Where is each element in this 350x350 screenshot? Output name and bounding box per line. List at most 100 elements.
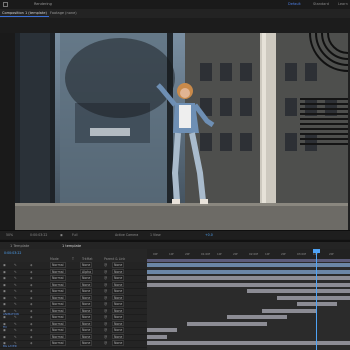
layer-effect-icon[interactable]: ◈ — [30, 314, 32, 320]
layer-trkmat-dropdown[interactable]: None — [80, 314, 93, 320]
playhead[interactable] — [316, 249, 317, 350]
layer-switch-icon[interactable]: ✎ — [14, 275, 17, 281]
layer-effect-icon[interactable]: ◈ — [30, 282, 32, 288]
layer-trkmat-dropdown[interactable]: None — [80, 275, 93, 281]
parent-pickwhip-icon[interactable]: @ — [104, 321, 107, 327]
layer-duration-bar[interactable] — [297, 302, 337, 307]
layer-effect-icon[interactable]: ◈ — [30, 301, 32, 307]
visibility-eye-icon[interactable]: ◉ — [3, 275, 6, 281]
layer-mode-dropdown[interactable]: Normal — [50, 262, 66, 268]
layer-mode-dropdown[interactable]: Normal — [50, 275, 66, 281]
layer-duration-bar[interactable] — [147, 276, 350, 281]
layer-duration-bar[interactable] — [227, 315, 287, 320]
layer-effect-icon[interactable]: ◈ — [30, 288, 32, 294]
layer-parent-dropdown[interactable]: None — [112, 320, 125, 326]
layer-duration-bar[interactable] — [147, 328, 177, 333]
visibility-eye-icon[interactable]: ◉ — [3, 282, 6, 288]
layer-effect-icon[interactable]: ◈ — [30, 295, 32, 301]
layer-switch-icon[interactable]: ✎ — [14, 301, 17, 307]
layer-mode-dropdown[interactable]: Normal — [50, 333, 66, 339]
parent-pickwhip-icon[interactable]: @ — [104, 308, 107, 314]
tab-footage[interactable]: Footage (none) — [48, 10, 79, 16]
quality-dropdown[interactable]: Full — [72, 232, 77, 238]
layer-effect-icon[interactable]: ◈ — [30, 269, 32, 275]
layer-switch-icon[interactable]: ✎ — [14, 295, 17, 301]
layer-trkmat-dropdown[interactable]: None — [80, 288, 93, 294]
workspace-standard[interactable]: Standard — [313, 2, 329, 6]
layer-effect-icon[interactable]: ◈ — [30, 334, 32, 340]
layer-parent-dropdown[interactable]: None — [112, 333, 125, 339]
layer-switch-icon[interactable]: ✎ — [14, 321, 17, 327]
zoom-dropdown[interactable]: 50% — [6, 232, 13, 238]
layer-duration-bar[interactable] — [277, 295, 350, 300]
layer-switch-icon[interactable]: ✎ — [14, 314, 17, 320]
visibility-eye-icon[interactable]: ◉ — [3, 327, 6, 333]
layer-mode-dropdown[interactable]: Normal — [50, 281, 66, 287]
parent-pickwhip-icon[interactable]: @ — [104, 295, 107, 301]
layer-effect-icon[interactable]: ◈ — [30, 340, 32, 346]
layer-row[interactable]: ◉ ✎ ◈ BG LAYER Normal None @ None — [0, 340, 147, 348]
camera-icon[interactable]: ◉ — [60, 232, 63, 238]
layer-duration-bar[interactable] — [147, 341, 350, 346]
exposure-value[interactable]: +0.0 — [205, 232, 213, 238]
layer-switch-icon[interactable]: ✎ — [14, 334, 17, 340]
layer-parent-dropdown[interactable]: None — [112, 281, 125, 287]
views-dropdown[interactable]: 1 View — [150, 232, 161, 238]
layer-mode-dropdown[interactable]: Normal — [50, 327, 66, 333]
parent-pickwhip-icon[interactable]: @ — [104, 340, 107, 346]
layer-duration-bar[interactable] — [247, 289, 350, 294]
layer-trkmat-dropdown[interactable]: None — [80, 340, 93, 346]
layer-duration-bar[interactable] — [147, 334, 167, 339]
layer-duration-bar[interactable] — [187, 321, 267, 326]
layer-effect-icon[interactable]: ◈ — [30, 321, 32, 327]
parent-pickwhip-icon[interactable]: @ — [104, 334, 107, 340]
track-area[interactable] — [147, 262, 350, 350]
layer-switch-icon[interactable]: ✎ — [14, 269, 17, 275]
layer-trkmat-dropdown[interactable]: None — [80, 281, 93, 287]
layer-trkmat-dropdown[interactable]: Alpha — [80, 268, 94, 274]
workspace-learn[interactable]: Learn — [338, 2, 348, 6]
layer-mode-dropdown[interactable]: Normal — [50, 314, 66, 320]
layer-parent-dropdown[interactable]: None — [112, 294, 125, 300]
layer-effect-icon[interactable]: ◈ — [30, 308, 32, 314]
layer-mode-dropdown[interactable]: Normal — [50, 320, 66, 326]
layer-mode-dropdown[interactable]: Normal — [50, 288, 66, 294]
tab-composition[interactable]: Composition 1 (template) — [0, 10, 49, 17]
parent-pickwhip-icon[interactable]: @ — [104, 269, 107, 275]
parent-pickwhip-icon[interactable]: @ — [104, 275, 107, 281]
layer-mode-dropdown[interactable]: Normal — [50, 294, 66, 300]
layer-duration-bar[interactable] — [147, 269, 350, 274]
layer-switch-icon[interactable]: ✎ — [14, 262, 17, 268]
layer-mode-dropdown[interactable]: Normal — [50, 340, 66, 346]
layer-effect-icon[interactable]: ◈ — [30, 262, 32, 268]
layer-parent-dropdown[interactable]: None — [112, 275, 125, 281]
parent-pickwhip-icon[interactable]: @ — [104, 327, 107, 333]
layer-mode-dropdown[interactable]: Normal — [50, 307, 66, 313]
parent-pickwhip-icon[interactable]: @ — [104, 262, 107, 268]
parent-pickwhip-icon[interactable]: @ — [104, 314, 107, 320]
camera-dropdown[interactable]: Active Camera — [115, 232, 138, 238]
layer-duration-bar[interactable] — [147, 263, 350, 268]
layer-switch-icon[interactable]: ✎ — [14, 288, 17, 294]
layer-effect-icon[interactable]: ◈ — [30, 275, 32, 281]
parent-pickwhip-icon[interactable]: @ — [104, 282, 107, 288]
layer-parent-dropdown[interactable]: None — [112, 262, 125, 268]
layer-trkmat-dropdown[interactable]: None — [80, 327, 93, 333]
visibility-eye-icon[interactable]: ◉ — [3, 314, 6, 320]
parent-pickwhip-icon[interactable]: @ — [104, 288, 107, 294]
layer-switch-icon[interactable]: ✎ — [14, 282, 17, 288]
layer-switch-icon[interactable]: ✎ — [14, 327, 17, 333]
layer-mode-dropdown[interactable]: Normal — [50, 301, 66, 307]
layer-parent-dropdown[interactable]: None — [112, 340, 125, 346]
layer-trkmat-dropdown[interactable]: None — [80, 307, 93, 313]
visibility-eye-icon[interactable]: ◉ — [3, 295, 6, 301]
layer-trkmat-dropdown[interactable]: None — [80, 294, 93, 300]
viewer-timecode[interactable]: 0:00:03:22 — [30, 232, 47, 238]
layer-parent-dropdown[interactable]: None — [112, 314, 125, 320]
layer-effect-icon[interactable]: ◈ — [30, 327, 32, 333]
layer-parent-dropdown[interactable]: None — [112, 288, 125, 294]
layer-group-label[interactable]: BG LAYER — [3, 343, 17, 349]
visibility-eye-icon[interactable]: ◉ — [3, 269, 6, 275]
layer-trkmat-dropdown[interactable]: None — [80, 320, 93, 326]
header-rendering[interactable]: Rendering — [32, 1, 54, 7]
